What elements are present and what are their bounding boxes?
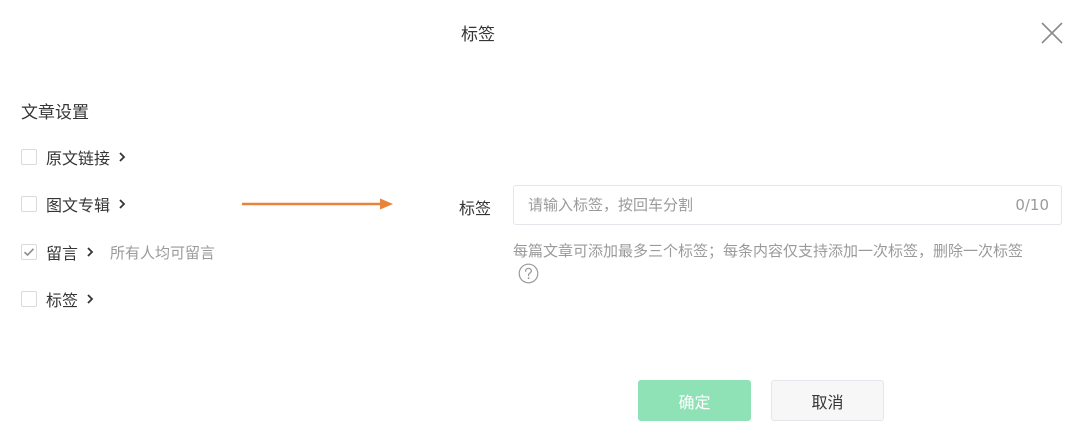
tag-input-container[interactable]: 0/10 [513, 185, 1062, 225]
tag-field-label: 标签 [459, 199, 492, 218]
checkbox-album[interactable] [21, 196, 37, 212]
option-original-link[interactable]: 原文链接 [21, 145, 126, 169]
option-description: 所有人均可留言 [110, 243, 216, 262]
section-title: 文章设置 [21, 103, 89, 123]
confirm-button[interactable]: 确定 [638, 380, 751, 421]
option-tags[interactable]: 标签 [21, 287, 94, 311]
cancel-button[interactable]: 取消 [771, 380, 884, 421]
question-circle-icon [518, 263, 539, 284]
checkbox-original-link[interactable] [21, 149, 37, 165]
option-label: 原文链接 [46, 149, 111, 168]
chevron-right-icon [119, 152, 126, 162]
tag-counter: 0/10 [1015, 196, 1049, 214]
checkbox-comment[interactable] [21, 244, 37, 260]
chevron-right-icon [119, 199, 126, 209]
close-icon [1041, 22, 1063, 44]
close-button[interactable] [1040, 21, 1064, 45]
option-album[interactable]: 图文专辑 [21, 192, 126, 216]
option-comment[interactable]: 留言 所有人均可留言 [21, 240, 215, 264]
chevron-right-icon [87, 247, 94, 257]
option-label: 图文专辑 [46, 196, 111, 215]
chevron-right-icon [87, 294, 94, 304]
tag-tip-text: 每篇文章可添加最多三个标签；每条内容仅支持添加一次标签，删除一次标签 [513, 242, 1024, 260]
help-button[interactable] [518, 263, 539, 284]
option-label: 标签 [46, 291, 79, 310]
check-icon [23, 248, 35, 257]
dialog-title: 标签 [461, 25, 495, 45]
annotation-arrow-icon [242, 198, 393, 210]
tag-input[interactable] [528, 186, 988, 224]
checkbox-tags[interactable] [21, 291, 37, 307]
option-label: 留言 [46, 244, 79, 263]
